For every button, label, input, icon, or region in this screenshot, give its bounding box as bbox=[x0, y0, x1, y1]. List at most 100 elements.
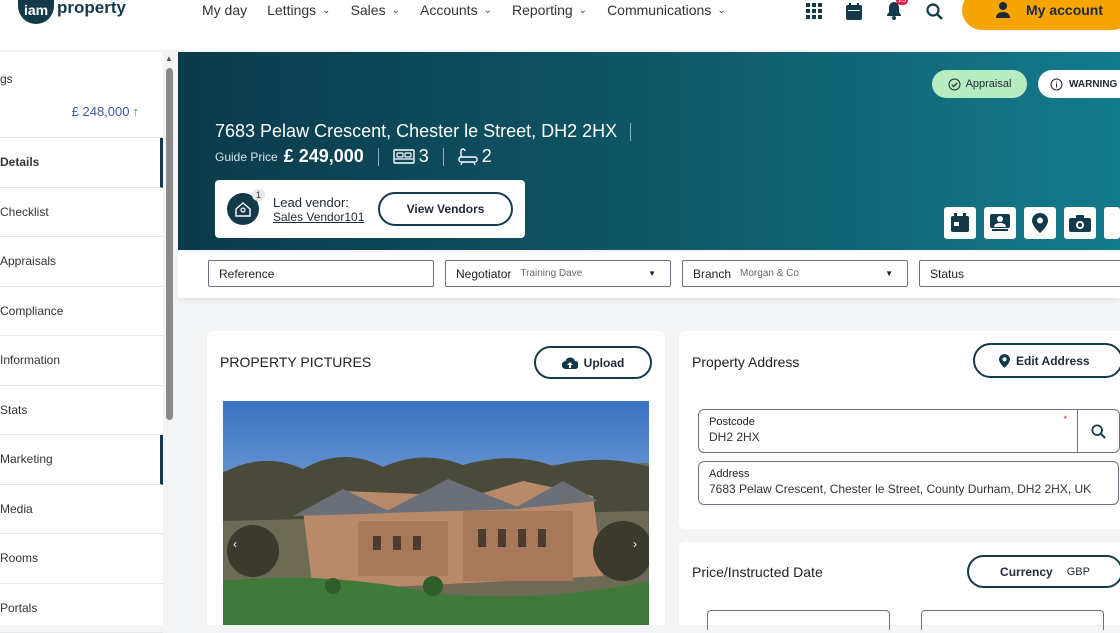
dropdown-arrow-icon: ▼ bbox=[648, 269, 656, 278]
my-account-button[interactable]: My account bbox=[962, 0, 1120, 30]
vendor-house-icon: 1 bbox=[227, 193, 259, 225]
currency-select[interactable]: Currency GBP bbox=[967, 555, 1120, 588]
property-photo[interactable]: ‹ › bbox=[223, 401, 649, 625]
nav-sales[interactable]: Sales⌄ bbox=[351, 2, 400, 18]
top-icons: 25 bbox=[804, 0, 944, 22]
cloud-upload-icon bbox=[562, 357, 578, 369]
nav-reporting[interactable]: Reporting ⌄ bbox=[512, 2, 587, 18]
sidebar-item-rooms[interactable]: Rooms bbox=[0, 534, 163, 584]
property-address-title: Property Address bbox=[692, 354, 799, 370]
sidebar-item-information[interactable]: Information bbox=[0, 336, 163, 386]
warning-pill[interactable]: WARNING bbox=[1038, 70, 1120, 98]
vendor-count-badge: 1 bbox=[252, 189, 265, 201]
chevron-down-icon: ⌄ bbox=[717, 5, 725, 16]
sidebar-item-compliance[interactable]: Compliance bbox=[0, 287, 163, 337]
appraisal-pill[interactable]: Appraisal bbox=[932, 70, 1027, 98]
nav-label: Accounts bbox=[420, 2, 478, 18]
postcode-search-button[interactable] bbox=[1077, 409, 1120, 453]
bell-icon[interactable]: 25 bbox=[884, 0, 904, 22]
filter-bar: Reference Negotiator Training Dave ▼ Bra… bbox=[178, 252, 1120, 298]
chevron-down-icon: ⌄ bbox=[579, 5, 587, 16]
sidebar-item-checklist[interactable]: Checklist bbox=[0, 188, 163, 238]
camera-icon[interactable] bbox=[1064, 207, 1096, 239]
lead-vendor-text: Lead vendor: Sales Vendor101 bbox=[273, 195, 364, 224]
top-bar: iam property My day Lettings ⌄ Sales⌄ Acc… bbox=[0, 0, 1120, 50]
sidebar-item-portals[interactable]: Portals bbox=[0, 584, 163, 633]
property-pictures-title: PROPERTY PICTURES bbox=[220, 354, 371, 370]
negotiator-label: Negotiator bbox=[456, 267, 511, 281]
postcode-field[interactable]: Postcode DH2 2HX * bbox=[698, 409, 1078, 453]
map-pin-icon bbox=[999, 354, 1010, 368]
address-text: 7683 Pelaw Crescent, Chester le Street, … bbox=[215, 121, 617, 141]
view-vendors-button[interactable]: View Vendors bbox=[378, 192, 513, 226]
edit-address-button[interactable]: Edit Address bbox=[973, 343, 1120, 378]
logo-mark: iam bbox=[18, 0, 54, 24]
sidebar-scroll-thumb[interactable] bbox=[166, 68, 173, 420]
more-action-icon[interactable] bbox=[1104, 207, 1120, 239]
logo-text: property bbox=[57, 0, 126, 18]
sidebar-price-value: £ 248,000 bbox=[72, 104, 130, 119]
nav-label: Reporting bbox=[512, 2, 573, 18]
price-instructed-card: Price/Instructed Date Currency GBP bbox=[679, 542, 1120, 625]
arrow-up-icon: ↑ bbox=[133, 104, 140, 119]
nav-label: Lettings bbox=[267, 2, 316, 18]
sidebar-item-stats[interactable]: Stats bbox=[0, 386, 163, 436]
sidebar-item-label: Information bbox=[0, 353, 60, 367]
appraisal-label: Appraisal bbox=[966, 78, 1012, 90]
reference-field[interactable]: Reference bbox=[208, 260, 434, 287]
bedrooms-count: 3 bbox=[419, 146, 429, 167]
calendar-icon[interactable] bbox=[944, 207, 976, 239]
sidebar-item-label: Rooms bbox=[0, 551, 38, 565]
address-label: Address bbox=[709, 468, 1108, 480]
nav-my-day[interactable]: My day bbox=[202, 2, 247, 18]
instructed-date-field[interactable] bbox=[921, 610, 1104, 630]
sidebar-item-details[interactable]: Details bbox=[0, 138, 163, 188]
nav-accounts[interactable]: Accounts ⌄ bbox=[420, 2, 492, 18]
sidebar-item-label: Stats bbox=[0, 403, 27, 417]
lead-vendor-card: 1 Lead vendor: Sales Vendor101 View Vend… bbox=[215, 180, 525, 238]
negotiator-value: Training Dave bbox=[520, 268, 582, 279]
nav-communications[interactable]: Communications ⌄ bbox=[607, 2, 726, 18]
chevron-down-icon: ⌄ bbox=[322, 5, 330, 16]
negotiator-select[interactable]: Negotiator Training Dave ▼ bbox=[445, 260, 671, 287]
property-address-card: Property Address Edit Address Postcode D… bbox=[679, 331, 1120, 529]
search-icon[interactable] bbox=[924, 0, 944, 22]
status-select[interactable]: Status bbox=[919, 260, 1120, 287]
sidebar-item-label: Marketing bbox=[0, 452, 53, 466]
address-field[interactable]: Address 7683 Pelaw Crescent, Chester le … bbox=[698, 461, 1119, 505]
lead-vendor-link[interactable]: Sales Vendor101 bbox=[273, 210, 364, 224]
nav-label: My day bbox=[202, 2, 247, 18]
search-icon bbox=[1091, 424, 1106, 439]
currency-value: GBP bbox=[1067, 566, 1090, 578]
sidebar-item-appraisals[interactable]: Appraisals bbox=[0, 237, 163, 287]
price-field[interactable] bbox=[707, 610, 890, 630]
map-pin-icon[interactable] bbox=[1024, 207, 1056, 239]
upload-button[interactable]: Upload bbox=[534, 346, 652, 379]
divider bbox=[443, 148, 444, 166]
person-card-icon[interactable] bbox=[984, 207, 1016, 239]
carousel-next-icon[interactable]: › bbox=[633, 537, 637, 551]
sidebar-item-media[interactable]: Media bbox=[0, 485, 163, 535]
guide-price-label: Guide Price bbox=[215, 150, 278, 164]
nav-lettings[interactable]: Lettings ⌄ bbox=[267, 2, 330, 18]
sidebar: gs £ 248,000 ↑ Details Checklist Apprais… bbox=[0, 52, 176, 625]
address-value: 7683 Pelaw Crescent, Chester le Street, … bbox=[709, 482, 1108, 496]
upload-label: Upload bbox=[584, 356, 625, 370]
sidebar-item-label: Details bbox=[0, 155, 39, 169]
chevron-down-icon: ⌄ bbox=[484, 5, 492, 16]
branch-select[interactable]: Branch Morgan & Co ▼ bbox=[682, 260, 908, 287]
property-address-title: 7683 Pelaw Crescent, Chester le Street, … bbox=[215, 121, 631, 142]
nav-label: Communications bbox=[607, 2, 711, 18]
status-label: Status bbox=[930, 267, 964, 281]
sidebar-item-label: Compliance bbox=[0, 304, 63, 318]
scroll-up-arrow-icon[interactable]: ▲ bbox=[165, 54, 173, 63]
bathrooms: 2 bbox=[458, 146, 492, 167]
logo[interactable]: iam property bbox=[18, 0, 126, 24]
check-circle-icon bbox=[948, 78, 961, 91]
sidebar-price: £ 248,000 ↑ bbox=[0, 104, 163, 138]
sidebar-item-label: Appraisals bbox=[0, 254, 56, 268]
calendar-icon[interactable] bbox=[844, 0, 864, 22]
carousel-prev-icon[interactable]: ‹ bbox=[233, 537, 237, 551]
apps-grid-icon[interactable] bbox=[804, 0, 824, 22]
sidebar-item-marketing[interactable]: Marketing bbox=[0, 435, 163, 485]
